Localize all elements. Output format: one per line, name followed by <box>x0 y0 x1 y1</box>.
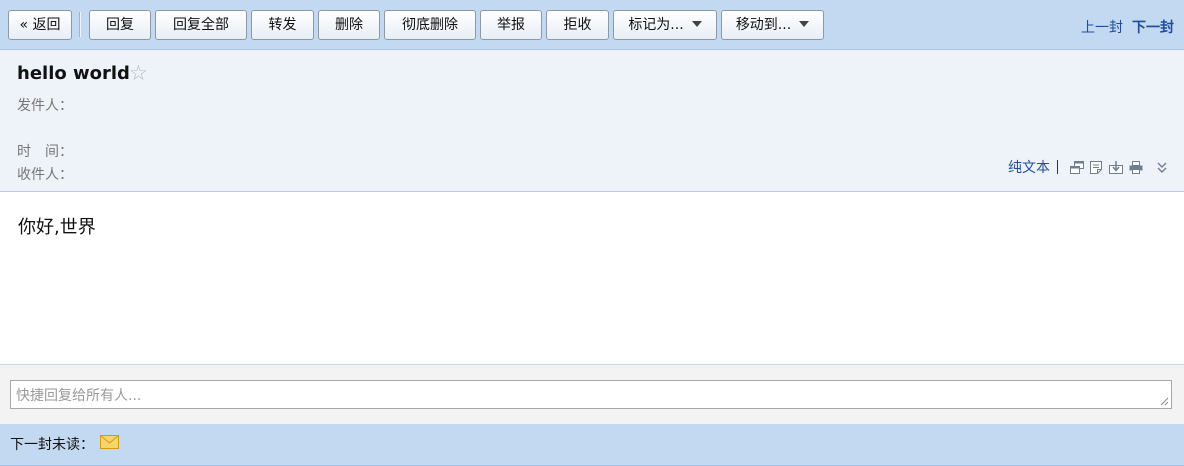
star-icon[interactable]: ☆ <box>129 61 148 85</box>
mark-as-dropdown[interactable]: 标记为... <box>613 10 717 40</box>
new-window-icon[interactable] <box>1070 161 1084 174</box>
mail-subject: hello world <box>17 63 130 84</box>
mail-header: hello world ☆ 发件人： 时 间： 收件人： 纯文本 <box>0 50 1184 192</box>
sender-label: 发件人： <box>17 98 73 114</box>
move-to-label: 移动到... <box>735 17 792 33</box>
chevron-down-icon <box>691 21 702 27</box>
next-mail-link[interactable]: 下一封 <box>1132 17 1174 37</box>
download-icon[interactable] <box>1109 161 1123 174</box>
print-icon[interactable] <box>1129 161 1143 174</box>
forward-button[interactable]: 转发 <box>251 10 314 40</box>
quick-reply-input[interactable] <box>10 380 1172 409</box>
time-label: 时 间： <box>17 144 73 160</box>
envelope-icon[interactable] <box>100 435 119 449</box>
chevron-down-icon <box>799 21 810 27</box>
next-unread-label: 下一封未读： <box>10 437 94 453</box>
quick-reply-area <box>0 364 1184 424</box>
reject-button[interactable]: 拒收 <box>546 10 609 40</box>
recipient-label: 收件人： <box>17 167 73 183</box>
back-button[interactable]: « 返回 <box>8 10 72 40</box>
report-button[interactable]: 举报 <box>480 10 542 40</box>
expand-more-icon[interactable] <box>1156 161 1168 174</box>
delete-permanently-button[interactable]: 彻底删除 <box>384 10 476 40</box>
reply-button[interactable]: 回复 <box>89 10 151 40</box>
mail-toolbar: « 返回 回复 回复全部 转发 删除 彻底删除 举报 拒收 标记为... 移动到… <box>0 0 1184 50</box>
toolbar-divider <box>1057 160 1058 174</box>
previous-mail-link[interactable]: 上一封 <box>1081 17 1123 37</box>
mail-reader-window: « 返回 回复 回复全部 转发 删除 彻底删除 举报 拒收 标记为... 移动到… <box>0 0 1184 466</box>
reply-all-button[interactable]: 回复全部 <box>155 10 247 40</box>
resize-handle-icon[interactable] <box>1159 396 1169 406</box>
mail-body: 你好,世界 <box>18 217 96 238</box>
mark-as-label: 标记为... <box>628 17 684 33</box>
next-unread-bar: 下一封未读： <box>0 424 1184 466</box>
toolbar-divider <box>79 12 81 37</box>
move-to-dropdown[interactable]: 移动到... <box>721 10 824 40</box>
note-icon[interactable] <box>1089 161 1103 174</box>
delete-button[interactable]: 删除 <box>318 10 380 40</box>
plain-text-link[interactable]: 纯文本 <box>1008 157 1050 177</box>
